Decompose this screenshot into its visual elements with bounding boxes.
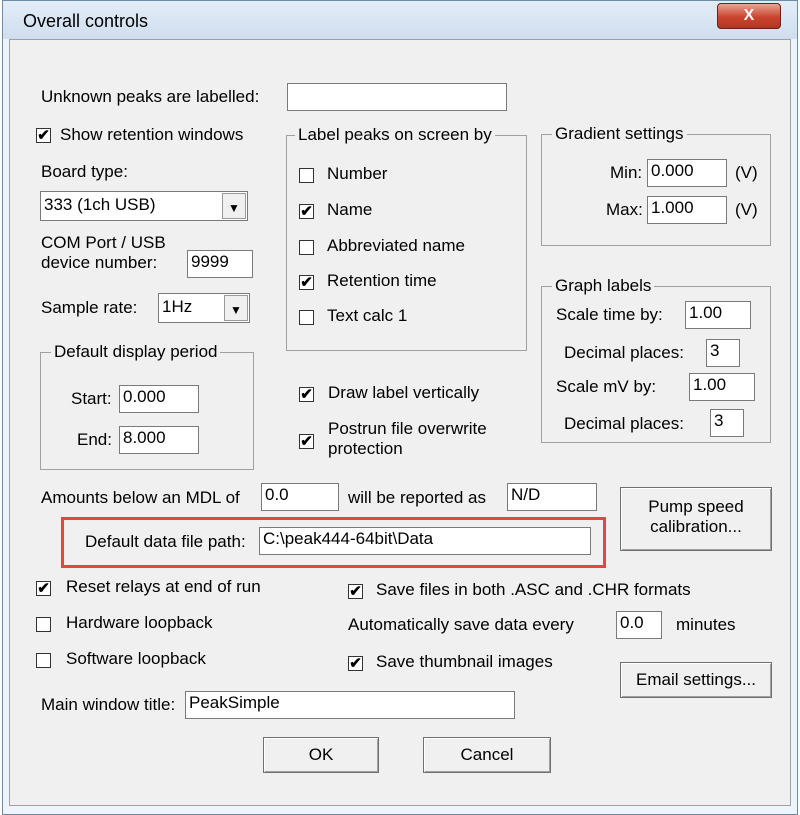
unknown-peaks-label: Unknown peaks are labelled: [41, 87, 260, 106]
display-period-title: Default display period [51, 342, 221, 362]
start-input[interactable]: 0.000 [119, 385, 199, 413]
com-port-label-line1: COM Port / USB [41, 233, 166, 252]
retention-time-label: Retention time [327, 271, 437, 290]
sample-rate-label: Sample rate: [41, 298, 138, 317]
chevron-down-icon[interactable]: ▼ [224, 295, 248, 321]
abbreviated-name-checkbox[interactable] [299, 240, 314, 255]
ok-button[interactable]: OK [263, 737, 379, 773]
end-label: End: [77, 430, 112, 449]
chevron-down-icon[interactable]: ▼ [222, 193, 246, 219]
software-loopback-label: Software loopback [66, 649, 206, 668]
gradient-max-input[interactable]: 1.000 [647, 196, 727, 224]
mdl-input[interactable]: 0.0 [261, 483, 339, 511]
abbreviated-name-label: Abbreviated name [327, 236, 465, 255]
check-mark-icon: ✔ [300, 433, 313, 450]
start-label: Start: [71, 389, 112, 408]
com-port-input[interactable]: 9999 [187, 250, 253, 278]
retention-time-checkbox[interactable]: ✔ [299, 275, 314, 290]
decimal-places-2-label: Decimal places: [564, 414, 684, 433]
graph-labels-group: Graph labels Scale time by: 1.00 Decimal… [541, 276, 771, 443]
software-loopback-checkbox[interactable] [36, 653, 51, 668]
label-peaks-group: Label peaks on screen by Number ✔ Name A… [286, 125, 527, 351]
pump-speed-calibration-button[interactable]: Pump speed calibration... [620, 487, 772, 551]
reset-relays-label: Reset relays at end of run [66, 577, 261, 596]
show-retention-checkbox[interactable]: ✔ [36, 128, 51, 143]
unknown-peaks-input[interactable] [287, 83, 507, 111]
save-thumbnails-label: Save thumbnail images [376, 652, 553, 671]
scale-time-label: Scale time by: [556, 305, 663, 324]
pump-button-line2: calibration... [650, 517, 742, 536]
data-path-label: Default data file path: [85, 532, 246, 551]
board-type-label: Board type: [41, 162, 128, 181]
postrun-checkbox[interactable]: ✔ [299, 434, 314, 449]
hardware-loopback-label: Hardware loopback [66, 613, 213, 632]
sample-rate-select[interactable]: 1Hz ▼ [158, 293, 250, 323]
draw-vertical-label: Draw label vertically [328, 383, 480, 402]
text-calc-checkbox[interactable] [299, 310, 314, 325]
text-calc-label: Text calc 1 [327, 306, 408, 325]
scale-mv-label: Scale mV by: [556, 377, 657, 396]
name-checkbox[interactable]: ✔ [299, 204, 314, 219]
show-retention-label: Show retention windows [60, 125, 244, 144]
autosave-input[interactable]: 0.0 [616, 611, 662, 639]
gradient-min-unit: (V) [735, 163, 758, 182]
mdl-label: Amounts below an MDL of [41, 488, 240, 507]
decimal-places-2-input[interactable]: 3 [710, 409, 744, 437]
number-label: Number [327, 164, 388, 183]
dialog-client-area: Unknown peaks are labelled: ✔ Show reten… [9, 39, 791, 806]
dialog-window: Overall controls X Unknown peaks are lab… [2, 0, 798, 815]
check-mark-icon: ✔ [349, 655, 362, 672]
email-settings-button[interactable]: Email settings... [620, 662, 772, 698]
save-thumbnails-checkbox[interactable]: ✔ [348, 656, 363, 671]
close-button[interactable]: X [717, 3, 781, 29]
check-mark-icon: ✔ [349, 583, 362, 600]
check-mark-icon: ✔ [37, 127, 50, 144]
end-input[interactable]: 8.000 [119, 426, 199, 454]
save-both-formats-label: Save files in both .ASC and .CHR formats [376, 580, 691, 599]
com-port-label-line2: device number: [41, 253, 158, 272]
window-title: Overall controls [23, 11, 149, 31]
save-both-formats-checkbox[interactable]: ✔ [348, 584, 363, 599]
title-bar: Overall controls X [3, 1, 797, 39]
gradient-settings-group: Gradient settings Min: 0.000 (V) Max: 1.… [541, 124, 771, 246]
reported-as-input[interactable]: N/D [507, 483, 597, 511]
check-mark-icon: ✔ [300, 203, 313, 220]
postrun-label-line2: protection [328, 439, 403, 458]
label-peaks-title: Label peaks on screen by [295, 125, 495, 145]
cancel-button[interactable]: Cancel [423, 737, 551, 773]
check-mark-icon: ✔ [37, 580, 50, 597]
scale-mv-input[interactable]: 1.00 [689, 373, 755, 401]
data-path-input[interactable]: C:\peak444-64bit\Data [259, 527, 591, 555]
gradient-min-label: Min: [610, 163, 643, 182]
gradient-max-unit: (V) [735, 200, 758, 219]
pump-button-line1: Pump speed [648, 497, 744, 516]
decimal-places-1-label: Decimal places: [564, 343, 684, 362]
main-title-input[interactable]: PeakSimple [185, 691, 515, 719]
scale-time-input[interactable]: 1.00 [685, 301, 751, 329]
hardware-loopback-checkbox[interactable] [36, 617, 51, 632]
autosave-label: Automatically save data every [348, 615, 574, 634]
decimal-places-1-input[interactable]: 3 [706, 339, 740, 367]
reported-as-label: will be reported as [348, 488, 486, 507]
draw-vertical-checkbox[interactable]: ✔ [299, 387, 314, 402]
autosave-unit: minutes [676, 615, 736, 634]
main-title-label: Main window title: [41, 695, 176, 714]
board-type-value: 333 (1ch USB) [44, 195, 156, 214]
gradient-max-label: Max: [606, 200, 643, 219]
check-mark-icon: ✔ [300, 274, 313, 291]
graph-labels-title: Graph labels [552, 276, 655, 296]
number-checkbox[interactable] [299, 168, 314, 183]
display-period-group: Default display period Start: 0.000 End:… [40, 342, 254, 470]
sample-rate-value: 1Hz [162, 297, 193, 316]
gradient-min-input[interactable]: 0.000 [647, 159, 727, 187]
gradient-settings-title: Gradient settings [552, 124, 687, 144]
board-type-select[interactable]: 333 (1ch USB) ▼ [40, 191, 248, 221]
postrun-label-line1: Postrun file overwrite [328, 419, 487, 438]
name-label: Name [327, 200, 373, 219]
reset-relays-checkbox[interactable]: ✔ [36, 581, 51, 596]
check-mark-icon: ✔ [300, 386, 313, 403]
